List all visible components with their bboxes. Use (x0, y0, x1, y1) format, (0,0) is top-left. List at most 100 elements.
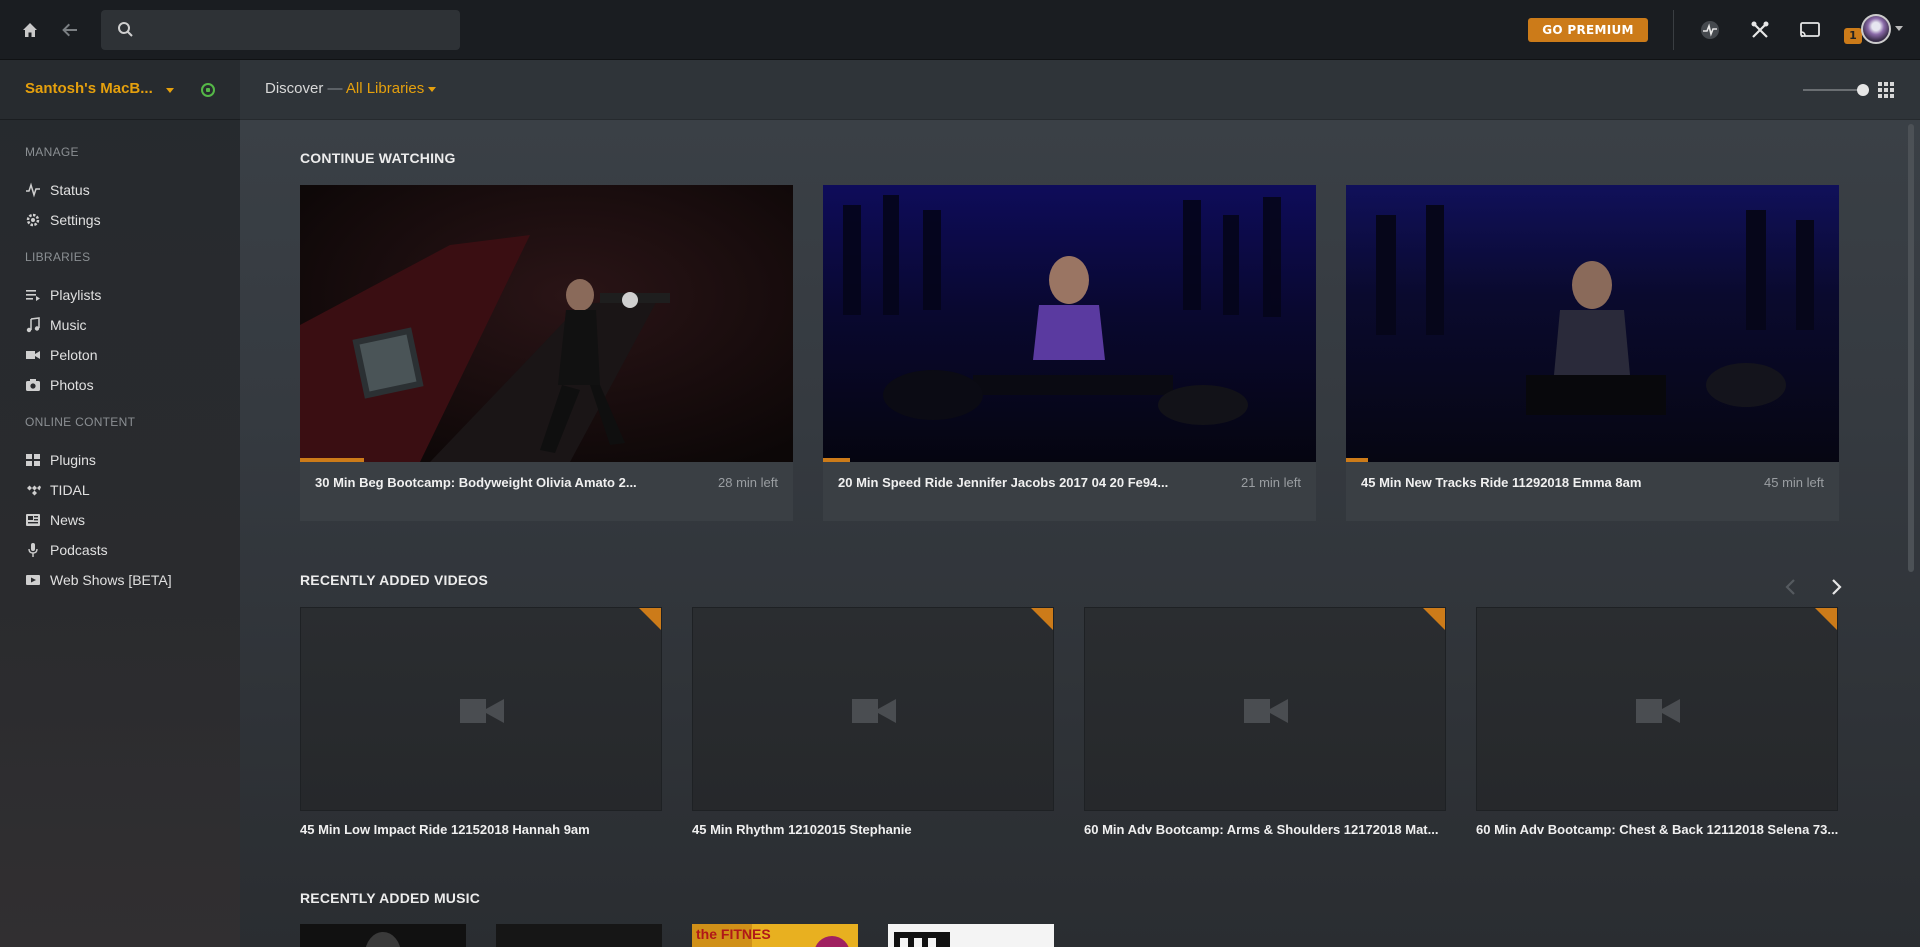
video-camera-icon (26, 351, 40, 359)
time-left-label: 21 min left (1241, 475, 1301, 490)
sidebar-item-label: Peloton (50, 347, 98, 363)
section-title-recently-added-videos[interactable]: RECENTLY ADDED VIDEOS (300, 572, 488, 588)
cast-button[interactable] (1798, 18, 1822, 42)
time-left-label: 45 min left (1764, 475, 1824, 490)
video-camera-icon (1244, 699, 1288, 723)
sidebar-item-music[interactable]: Music (25, 315, 87, 335)
ride-thumbnail-image (1346, 185, 1839, 462)
video-title[interactable]: 60 Min Adv Bootcamp: Arms & Shoulders 12… (1084, 822, 1446, 837)
chevron-down-icon[interactable] (1895, 26, 1903, 31)
microphone-icon (28, 543, 38, 557)
user-avatar[interactable] (1861, 14, 1891, 44)
poster-size-slider-handle[interactable] (1857, 84, 1869, 96)
video-title[interactable]: 45 Min Rhythm 12102015 Stephanie (692, 822, 1054, 837)
video-title[interactable]: 45 Min New Tracks Ride 11292018 Emma 8am (1361, 475, 1721, 490)
video-placeholder-thumbnail[interactable] (300, 607, 662, 811)
treadmill-thumbnail-image (300, 185, 793, 462)
playlist-icon (26, 290, 40, 301)
search-icon (118, 22, 133, 37)
notification-badge[interactable]: 1 (1844, 28, 1862, 44)
sidebar-item-label: Plugins (50, 452, 96, 468)
server-name[interactable]: Santosh's MacB... (25, 80, 153, 97)
section-heading-manage: MANAGE (25, 145, 79, 159)
library-selector[interactable]: All Libraries (346, 80, 424, 97)
sidebar-item-label: Status (50, 182, 90, 198)
video-thumbnail[interactable] (300, 185, 793, 462)
chevron-down-icon[interactable] (166, 88, 174, 93)
sidebar-item-playlists[interactable]: Playlists (25, 285, 101, 305)
album-art-text: the FITNES (696, 926, 771, 942)
section-title-recently-added-music[interactable]: RECENTLY ADDED MUSIC (300, 890, 480, 906)
secure-connection-icon (201, 83, 215, 97)
continue-watching-card[interactable]: 20 Min Speed Ride Jennifer Jacobs 2017 0… (823, 185, 1316, 521)
sidebar-item-photos[interactable]: Photos (25, 375, 94, 395)
web-shows-icon (26, 575, 40, 585)
search-input[interactable] (101, 10, 460, 50)
unwatched-indicator (1031, 608, 1053, 630)
arrow-left-icon (62, 23, 77, 37)
sidebar-item-label: Music (50, 317, 87, 333)
sidebar-item-news[interactable]: News (25, 510, 85, 530)
sidebar-item-label: Podcasts (50, 542, 108, 558)
section-title-continue-watching[interactable]: CONTINUE WATCHING (300, 150, 456, 166)
vertical-scrollbar[interactable] (1908, 124, 1914, 572)
album-card[interactable] (496, 924, 662, 947)
activity-button[interactable] (1698, 18, 1722, 42)
album-art (888, 924, 1054, 947)
video-thumbnail[interactable] (1346, 185, 1839, 462)
album-card[interactable] (888, 924, 1054, 947)
sidebar: Santosh's MacB... MANAGE Status Settings… (0, 60, 240, 947)
news-icon (26, 514, 40, 526)
video-placeholder-thumbnail[interactable] (1084, 607, 1446, 811)
continue-watching-card[interactable]: 30 Min Beg Bootcamp: Bodyweight Olivia A… (300, 185, 793, 521)
album-card[interactable] (300, 924, 466, 947)
go-premium-button[interactable]: GO PREMIUM (1528, 18, 1648, 42)
unwatched-indicator (1423, 608, 1445, 630)
tools-button[interactable] (1748, 18, 1772, 42)
chevron-down-icon[interactable] (428, 86, 437, 92)
music-note-icon (26, 317, 40, 333)
section-heading-online-content: ONLINE CONTENT (25, 415, 136, 429)
chevron-left-icon[interactable] (1781, 577, 1801, 597)
sidebar-item-podcasts[interactable]: Podcasts (25, 540, 108, 560)
video-camera-icon (1636, 699, 1680, 723)
cast-icon (1800, 22, 1820, 38)
unwatched-indicator (1815, 608, 1837, 630)
sidebar-item-tidal[interactable]: TIDAL (25, 480, 90, 500)
album-card[interactable]: the FITNES (692, 924, 858, 947)
time-left-label: 28 min left (718, 475, 778, 490)
plugins-grid-icon (26, 454, 40, 466)
unwatched-indicator (639, 608, 661, 630)
video-placeholder-thumbnail[interactable] (692, 607, 1054, 811)
gear-icon (26, 213, 40, 227)
video-placeholder-thumbnail[interactable] (1476, 607, 1838, 811)
watch-progress-bar (823, 458, 851, 462)
top-bar: GO PREMIUM 1 (0, 0, 1920, 60)
home-button[interactable] (18, 18, 42, 42)
grid-view-icon[interactable] (1878, 82, 1894, 98)
main-header: Discover — All Libraries (240, 60, 1920, 120)
sidebar-item-label: TIDAL (50, 482, 90, 498)
video-title[interactable]: 30 Min Beg Bootcamp: Bodyweight Olivia A… (315, 475, 675, 490)
video-title[interactable]: 20 Min Speed Ride Jennifer Jacobs 2017 0… (838, 475, 1198, 490)
video-title[interactable]: 45 Min Low Impact Ride 12152018 Hannah 9… (300, 822, 662, 837)
back-button[interactable] (58, 18, 82, 42)
video-thumbnail[interactable] (823, 185, 1316, 462)
sidebar-item-status[interactable]: Status (25, 180, 90, 200)
video-title[interactable]: 60 Min Adv Bootcamp: Chest & Back 121120… (1476, 822, 1838, 837)
chevron-right-icon[interactable] (1826, 577, 1846, 597)
album-art (496, 924, 662, 947)
sidebar-item-settings[interactable]: Settings (25, 210, 101, 230)
sidebar-item-plugins[interactable]: Plugins (25, 450, 96, 470)
activity-icon (1701, 21, 1719, 39)
sidebar-item-web-shows[interactable]: Web Shows [BETA] (25, 570, 172, 590)
section-heading-libraries: LIBRARIES (25, 250, 91, 264)
sidebar-item-label: Photos (50, 377, 94, 393)
poster-size-slider[interactable] (1803, 89, 1861, 91)
breadcrumb-discover[interactable]: Discover (265, 80, 323, 97)
continue-watching-card[interactable]: 45 Min New Tracks Ride 11292018 Emma 8am… (1346, 185, 1839, 521)
server-selector[interactable]: Santosh's MacB... (0, 60, 240, 120)
album-art (300, 924, 466, 947)
video-camera-icon (460, 699, 504, 723)
sidebar-item-peloton[interactable]: Peloton (25, 345, 97, 365)
